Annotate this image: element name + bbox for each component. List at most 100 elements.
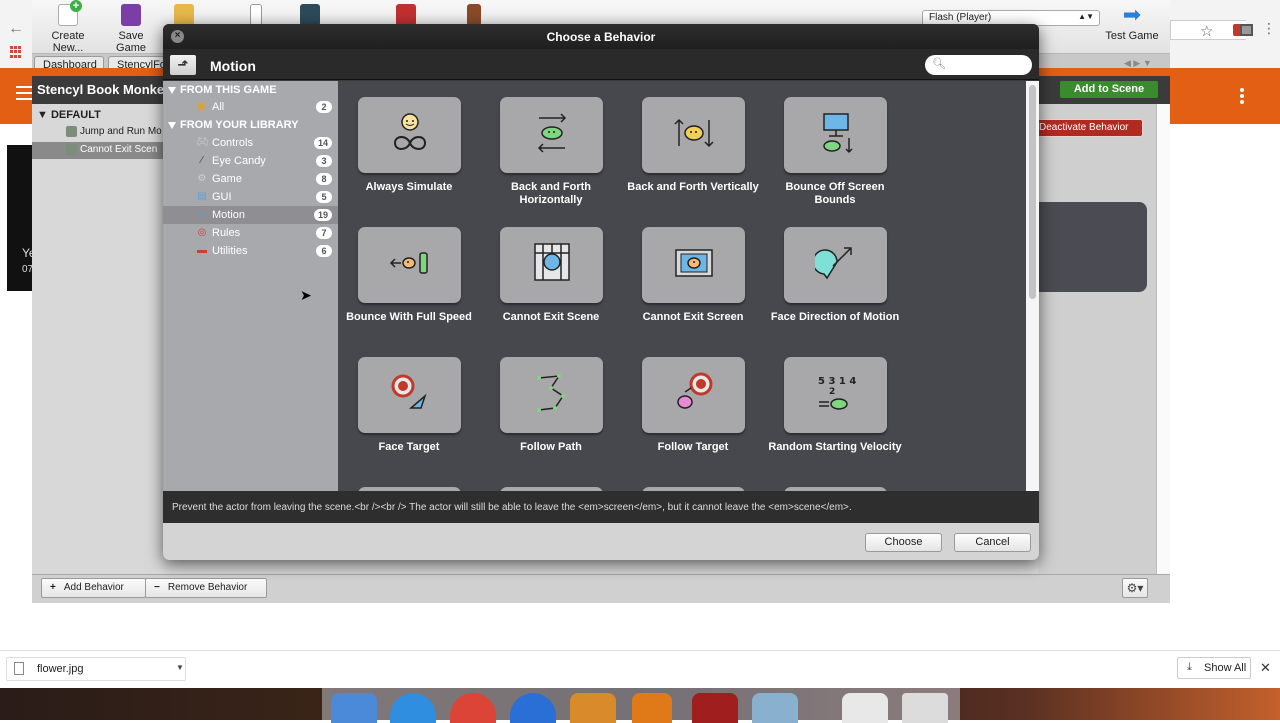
book-icon [467, 4, 481, 26]
count-badge: 8 [316, 173, 332, 185]
caged-face-icon [534, 243, 570, 281]
sidebar-item-game[interactable]: ⚙ Game 8 [163, 170, 338, 188]
sidebar-item-utilities[interactable]: ▬ Utilities 6 [163, 242, 338, 260]
sidebar-item-controls[interactable]: 🎮︎ Controls 14 [163, 134, 338, 152]
up-level-button[interactable]: ⬏ [170, 55, 196, 75]
behavior-tile-bounce-off-screen-bounds[interactable]: Bounce Off Screen Bounds [764, 97, 906, 227]
section-label: FROM THIS GAME [180, 84, 277, 96]
up-arrow-icon: ⬏ [177, 57, 189, 72]
section-from-this-game[interactable]: FROM THIS GAME [168, 84, 277, 96]
behavior-tile-follow-target[interactable]: Follow Target [622, 357, 764, 487]
choose-behavior-dialog: × Choose a Behavior ⬏ Motion 🔍︎ FROM THI… [163, 24, 1039, 560]
finder-icon[interactable] [331, 693, 377, 723]
section-from-your-library[interactable]: FROM YOUR LIBRARY [168, 119, 299, 131]
close-icon[interactable]: ✕ [1260, 660, 1271, 676]
sidebar-item-eye-candy[interactable]: ⁄ Eye Candy 3 [163, 152, 338, 170]
behavior-tile-face-target[interactable]: Face Target [338, 357, 480, 487]
dialog-title: Choose a Behavior [546, 30, 656, 44]
save-game-button[interactable]: Save Game [104, 4, 158, 54]
behavior-detail-card [1038, 202, 1147, 292]
test-game-button[interactable]: ➡ Test Game [1102, 2, 1162, 43]
tile-icon-frame [500, 227, 603, 303]
behavior-tile-back-and-forth-vertically[interactable]: Back and Forth Vertically [622, 97, 764, 227]
trash-icon[interactable] [902, 693, 948, 723]
sidebar-item-label: GUI [212, 191, 232, 203]
random-velocity-icon: 5 3 1 4 2 [818, 376, 856, 410]
tile-icon-frame [358, 97, 461, 173]
floppy-disk-icon [121, 4, 141, 26]
test-arrow-icon: ➡ [1122, 2, 1142, 27]
sidebar-item-label: Game [212, 173, 242, 185]
folder-icon [174, 4, 194, 26]
behavior-description: Prevent the actor from leaving the scene… [172, 502, 852, 513]
behavior-tile-cannot-exit-scene[interactable]: Cannot Exit Scene [480, 227, 622, 357]
add-to-scene-button[interactable]: Add to Scene [1060, 81, 1158, 98]
list-item[interactable]: Cannot Exit Scen [32, 142, 164, 159]
grid-scrollbar-thumb[interactable] [1029, 85, 1036, 299]
tile-label: Back and Forth Horizontally [510, 181, 592, 206]
sidebar-item-all[interactable]: ▣ All 2 [163, 98, 338, 116]
count-badge: 3 [316, 155, 332, 167]
hamburger-menu-icon[interactable] [16, 86, 32, 100]
gamepad-icon: 🎮︎ [196, 137, 209, 148]
download-item[interactable]: flower.jpg [6, 657, 186, 681]
behavior-tile-random-starting-velocity[interactable]: 5 3 1 4 2 Random Starting Velocity [764, 357, 906, 487]
sidebar-item-motion[interactable]: ≻ Motion 19 [163, 206, 338, 224]
stencyl-app-icon[interactable] [692, 693, 738, 723]
tile-icon-frame [500, 357, 603, 433]
choose-button[interactable]: Choose [865, 533, 942, 552]
tile-label: Always Simulate [365, 181, 453, 193]
behavior-tile-bounce-with-full-speed[interactable]: Bounce With Full Speed [338, 227, 480, 357]
show-all-label: Show All [1204, 662, 1247, 674]
settings-gear-button[interactable]: ⚙▾ [1122, 578, 1148, 598]
deactivate-behavior-button[interactable]: Deactivate Behavior [1030, 119, 1143, 137]
cancel-button[interactable]: Cancel [954, 533, 1031, 552]
tile-label: Cannot Exit Screen [642, 311, 744, 323]
sidebar-item-label: All [212, 101, 225, 113]
detail-scrollbar[interactable] [1156, 104, 1170, 574]
behavior-tile-back-and-forth-horizontally[interactable]: Back and Forth Horizontally [480, 97, 622, 227]
more-options-icon[interactable] [1240, 88, 1244, 106]
test-game-label: Test Game [1105, 30, 1159, 42]
window-icon: ▤ [197, 191, 207, 202]
count-badge: 2 [316, 101, 332, 113]
save-game-label: Save Game [116, 30, 146, 54]
apps-grid-icon[interactable] [10, 46, 22, 58]
tile-label: Cannot Exit Scene [502, 311, 600, 323]
preview-app-icon[interactable] [752, 693, 798, 723]
sidebar-item-gui[interactable]: ▤ GUI 5 [163, 188, 338, 206]
chevron-down-icon[interactable]: ▼ [176, 663, 184, 672]
remove-behavior-button[interactable]: − Remove Behavior [145, 578, 267, 598]
list-item-label: Jump and Run Mo [80, 126, 162, 137]
tile-icon-frame [642, 97, 745, 173]
count-badge: 6 [316, 245, 332, 257]
document-icon[interactable] [842, 693, 888, 723]
list-item[interactable]: Jump and Run Mo [32, 124, 164, 141]
behavior-list-panel [32, 104, 164, 574]
framed-face-icon [675, 249, 713, 277]
path-icon [537, 374, 565, 412]
category-title: Motion [210, 58, 256, 74]
back-arrow-icon[interactable]: ← [8, 20, 24, 38]
section-label: FROM YOUR LIBRARY [180, 119, 299, 131]
behavior-tile-always-simulate[interactable]: Always Simulate [338, 97, 480, 227]
vlc-icon[interactable] [632, 693, 672, 723]
create-new-button[interactable]: Create New... [36, 0, 100, 54]
behavior-tile-follow-path[interactable]: Follow Path [480, 357, 622, 487]
default-group-header[interactable]: ▼ DEFAULT [37, 109, 101, 121]
plus-icon: + [50, 582, 56, 593]
bookmark-star-icon[interactable]: ☆ [1200, 22, 1213, 40]
film-extension-icon[interactable] [1240, 24, 1253, 36]
behavior-tile-face-direction-of-motion[interactable]: Face Direction of Motion [764, 227, 906, 357]
sublime-text-icon[interactable] [570, 693, 616, 723]
browser-menu-icon[interactable]: ⋮ [1262, 20, 1276, 37]
tile-icon-frame [784, 227, 887, 303]
add-behavior-button[interactable]: + Add Behavior [41, 578, 146, 598]
preview-text: Ye [22, 246, 36, 260]
sidebar-item-label: Controls [212, 137, 253, 149]
sidebar-item-rules[interactable]: ◎ Rules 7 [163, 224, 338, 242]
behavior-tile-cannot-exit-screen[interactable]: Cannot Exit Screen [622, 227, 764, 357]
sidebar-item-label: Rules [212, 227, 241, 239]
minus-icon: − [154, 582, 160, 593]
count-badge: 19 [313, 209, 332, 221]
